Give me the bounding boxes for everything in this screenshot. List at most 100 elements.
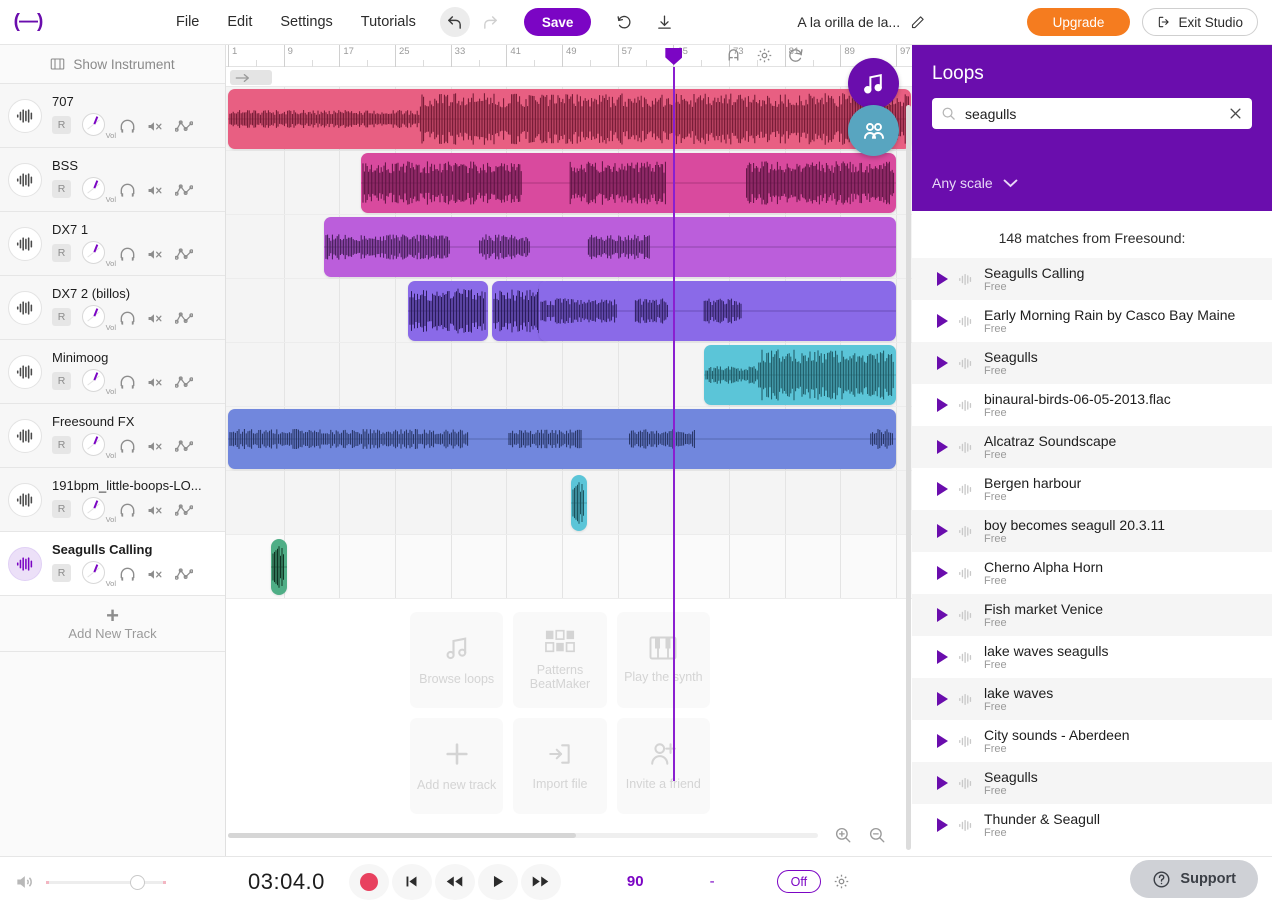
track-row[interactable]: Minimoog R Vol (0, 340, 225, 404)
loop-result-item[interactable]: lake waves seagulls Free (912, 636, 1272, 678)
track-volume-knob[interactable]: Vol (82, 177, 108, 201)
track-automation-icon[interactable] (175, 247, 193, 262)
track-row[interactable]: Seagulls Calling R Vol (0, 532, 225, 596)
loop-play-button[interactable] (937, 272, 948, 286)
track-row[interactable]: Freesound FX R Vol (0, 404, 225, 468)
horizontal-scroll-thumb[interactable] (228, 833, 576, 838)
loop-result-item[interactable]: Bergen harbour Free (912, 468, 1272, 510)
track-waveform-icon[interactable] (8, 227, 42, 261)
track-automation-icon[interactable] (175, 183, 193, 198)
add-new-track-button[interactable]: + Add New Track (0, 596, 225, 652)
horizontal-scrollbar[interactable] (228, 833, 818, 838)
metronome-toggle[interactable]: Off (777, 870, 821, 893)
track-solo-headphones-icon[interactable] (119, 183, 136, 198)
track-automation-icon[interactable] (175, 311, 193, 326)
track-volume-knob[interactable]: Vol (82, 113, 108, 137)
timeline-ruler[interactable]: 191725334149576573818997 (226, 45, 914, 67)
track-solo-headphones-icon[interactable] (119, 247, 136, 262)
track-volume-knob[interactable]: Vol (82, 561, 108, 585)
track-mute-icon[interactable] (147, 183, 164, 198)
loop-play-button[interactable] (937, 566, 948, 580)
track-solo-headphones-icon[interactable] (119, 503, 136, 518)
track-row[interactable]: DX7 1 R Vol (0, 212, 225, 276)
loop-result-item[interactable]: Fish market Venice Free (912, 594, 1272, 636)
vertical-scrollbar[interactable] (906, 105, 911, 856)
track-row[interactable]: BSS R Vol (0, 148, 225, 212)
track-mute-icon[interactable] (147, 119, 164, 134)
audio-clip[interactable] (571, 475, 587, 531)
redo-icon[interactable] (476, 7, 506, 37)
track-record-arm-button[interactable]: R (52, 180, 71, 198)
loop-result-item[interactable]: lake waves Free (912, 678, 1272, 720)
time-signature-value[interactable]: - (710, 873, 715, 890)
timecode-display[interactable]: 03:04.0 (248, 869, 325, 895)
track-waveform-icon[interactable] (8, 419, 42, 453)
track-automation-icon[interactable] (175, 503, 193, 518)
timeline-lane[interactable] (226, 279, 914, 343)
transport-settings-gear-icon[interactable] (833, 873, 850, 890)
menu-settings[interactable]: Settings (280, 14, 332, 30)
loop-play-button[interactable] (937, 818, 948, 832)
loop-result-item[interactable]: City sounds - Aberdeen Free (912, 720, 1272, 762)
menu-edit[interactable]: Edit (227, 14, 252, 30)
track-mute-icon[interactable] (147, 247, 164, 262)
loop-result-item[interactable]: Seagulls Calling Free (912, 258, 1272, 300)
loop-result-item[interactable]: Seagulls Free (912, 762, 1272, 804)
track-row[interactable]: 707 R Vol (0, 84, 225, 148)
app-logo[interactable]: (—) (0, 11, 56, 33)
undo-icon[interactable] (440, 7, 470, 37)
play-synth-card[interactable]: Play the synth (617, 612, 710, 708)
loop-play-button[interactable] (937, 734, 948, 748)
loop-play-button[interactable] (937, 692, 948, 706)
loop-result-item[interactable]: Alcatraz Soundscape Free (912, 426, 1272, 468)
zoom-in-icon[interactable] (834, 826, 852, 849)
exit-studio-button[interactable]: Exit Studio (1142, 8, 1258, 36)
loop-play-button[interactable] (937, 524, 948, 538)
track-volume-knob[interactable]: Vol (82, 305, 108, 329)
track-solo-headphones-icon[interactable] (119, 119, 136, 134)
track-volume-knob[interactable]: Vol (82, 241, 108, 265)
track-automation-icon[interactable] (175, 119, 193, 134)
timeline-lane[interactable] (226, 87, 914, 151)
track-waveform-icon[interactable] (8, 291, 42, 325)
timeline-lane[interactable] (226, 535, 914, 599)
zoom-out-icon[interactable] (868, 826, 886, 849)
clear-search-icon[interactable] (1228, 106, 1243, 121)
loop-region-handle[interactable] (230, 70, 272, 85)
track-automation-icon[interactable] (175, 567, 193, 582)
loops-fab-button[interactable] (848, 58, 899, 109)
menu-tutorials[interactable]: Tutorials (361, 14, 416, 30)
track-record-arm-button[interactable]: R (52, 308, 71, 326)
support-button[interactable]: Support (1130, 860, 1258, 898)
audio-clip[interactable] (324, 217, 896, 277)
track-mute-icon[interactable] (147, 503, 164, 518)
loops-search-input[interactable] (965, 106, 1219, 122)
audio-clip[interactable] (228, 409, 896, 469)
collaborators-fab-button[interactable] (848, 105, 899, 156)
track-mute-icon[interactable] (147, 311, 164, 326)
track-waveform-icon[interactable] (8, 163, 42, 197)
track-waveform-icon[interactable] (8, 547, 42, 581)
track-volume-knob[interactable]: Vol (82, 369, 108, 393)
loop-play-button[interactable] (937, 314, 948, 328)
audio-clip[interactable] (704, 345, 896, 405)
record-button[interactable] (349, 864, 389, 900)
audio-clip[interactable] (271, 539, 287, 595)
track-automation-icon[interactable] (175, 439, 193, 454)
edit-pencil-icon[interactable] (910, 15, 925, 30)
timeline-lane[interactable] (226, 151, 914, 215)
play-button[interactable] (478, 864, 518, 900)
track-solo-headphones-icon[interactable] (119, 311, 136, 326)
loop-result-item[interactable]: binaural-birds-06-05-2013.flac Free (912, 384, 1272, 426)
loop-result-item[interactable]: boy becomes seagull 20.3.11 Free (912, 510, 1272, 552)
loop-result-item[interactable]: Early Morning Rain by Casco Bay Maine Fr… (912, 300, 1272, 342)
loop-play-button[interactable] (937, 482, 948, 496)
audio-clip[interactable] (539, 281, 896, 341)
track-solo-headphones-icon[interactable] (119, 439, 136, 454)
loop-result-item[interactable]: Cherno Alpha Horn Free (912, 552, 1272, 594)
bpm-value[interactable]: 90 (627, 873, 644, 890)
loop-result-item[interactable]: Seagulls Free (912, 342, 1272, 384)
import-file-card[interactable]: Import file (513, 718, 606, 814)
loop-play-button[interactable] (937, 356, 948, 370)
track-mute-icon[interactable] (147, 567, 164, 582)
